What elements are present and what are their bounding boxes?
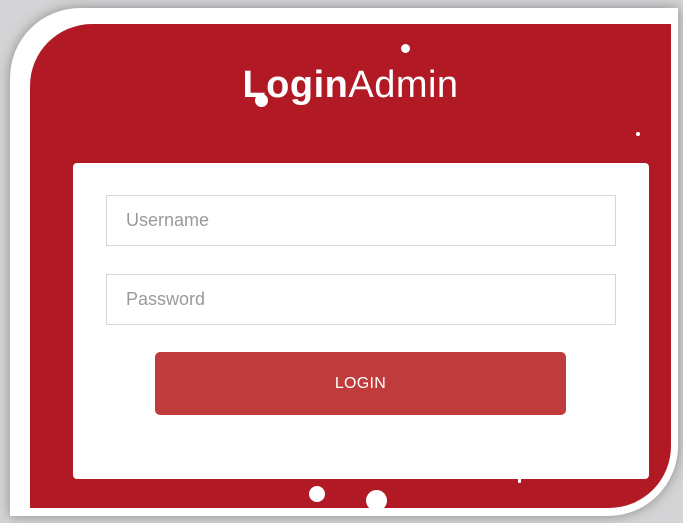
decorative-dot [636,132,640,136]
login-button[interactable]: LOGIN [155,352,566,415]
app-logo: LoginAdmin [30,62,671,108]
decorative-dot [401,44,410,53]
password-input[interactable] [106,274,616,325]
decorative-dot [255,94,268,107]
decorative-dot [366,490,387,508]
decorative-dot [309,486,325,502]
login-panel: LoginAdmin LOGIN [30,24,671,508]
username-input[interactable] [106,195,616,246]
login-frame: LoginAdmin LOGIN [10,8,678,516]
login-card: LOGIN [73,163,649,479]
logo-thin-text: Admin [348,64,459,106]
